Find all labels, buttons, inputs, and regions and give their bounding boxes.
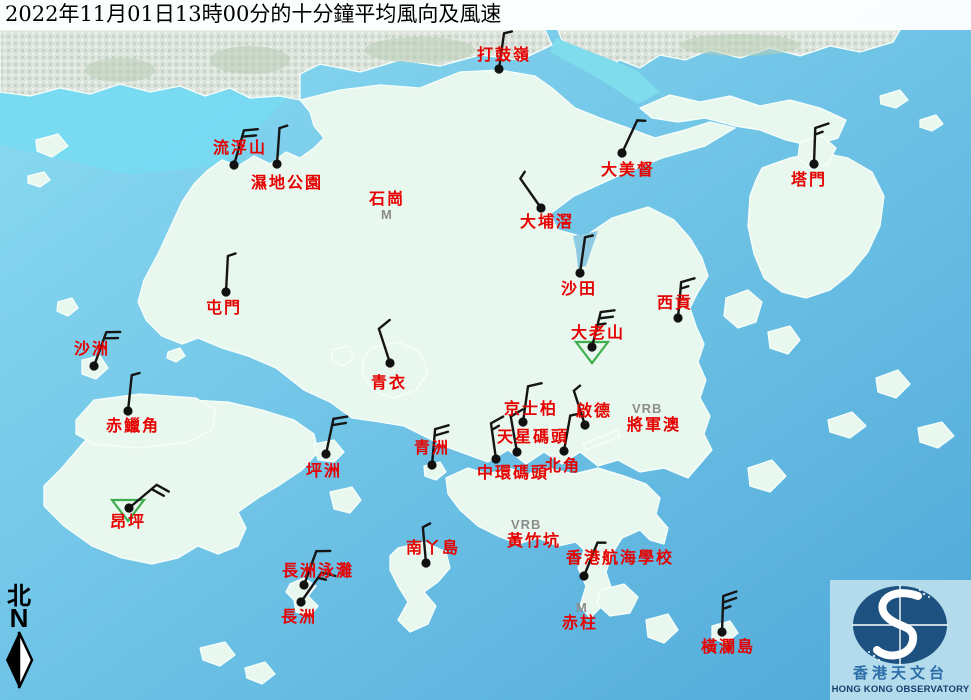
station-label: 大埔滘 <box>520 214 574 230</box>
station-label: 橫瀾島 <box>701 639 755 655</box>
station-label: 濕地公園 <box>251 175 323 191</box>
station-label: 石崗 <box>369 191 405 207</box>
station-status-text: M <box>381 208 393 221</box>
station-label: 長洲泳灘 <box>282 563 354 579</box>
station-status-text: M <box>576 601 588 614</box>
station-status-text: VRB <box>632 402 662 415</box>
north-compass: 北 N <box>2 584 36 696</box>
station-label: 沙洲 <box>74 341 110 357</box>
station-label: 南丫島 <box>406 540 460 556</box>
hko-logo-icon <box>830 580 971 666</box>
hko-name-zh: 香港天文台 <box>830 666 971 681</box>
station-label: 西貢 <box>657 295 693 311</box>
station-label: 流浮山 <box>213 140 267 156</box>
station-label: 打鼓嶺 <box>477 47 531 63</box>
station-label: 北角 <box>545 458 581 474</box>
station-label: 天星碼頭 <box>497 429 569 445</box>
station-label: 沙田 <box>561 281 597 297</box>
station-label: 黃竹坑 <box>507 533 561 549</box>
north-arrow-icon <box>2 629 36 691</box>
station-label: 京士柏 <box>504 401 558 417</box>
station-label: 青衣 <box>371 375 407 391</box>
station-label: 赤柱 <box>562 615 598 631</box>
station-label: 長洲 <box>281 609 317 625</box>
north-label-en: N <box>2 608 36 629</box>
station-label: 坪洲 <box>306 463 342 479</box>
station-label: 昂坪 <box>110 514 146 530</box>
station-status-text: VRB <box>511 518 541 531</box>
weather-map-page: 打鼓嶺流浮山濕地公園大美督塔門石崗M大埔滘沙田屯門西貢沙洲大老山青衣赤鱲角京士柏… <box>0 0 971 700</box>
station-label: 啟德 <box>576 403 612 419</box>
hko-name-en: HONG KONG OBSERVATORY <box>830 685 971 695</box>
station-label: 大老山 <box>571 325 625 341</box>
station-label: 青洲 <box>414 440 450 456</box>
map-title: 2022年11月01日13時00分的十分鐘平均風向及風速 <box>0 0 971 30</box>
station-label: 中環碼頭 <box>477 465 549 481</box>
station-label: 塔門 <box>791 172 827 188</box>
station-label: 香港航海學校 <box>566 550 674 566</box>
hko-logo: 香港天文台 HONG KONG OBSERVATORY <box>830 580 971 700</box>
station-label: 赤鱲角 <box>106 418 160 434</box>
station-label: 將軍澳 <box>627 417 681 433</box>
station-label: 屯門 <box>206 300 242 316</box>
hong-kong-basemap <box>0 0 971 700</box>
station-label: 大美督 <box>601 162 655 178</box>
